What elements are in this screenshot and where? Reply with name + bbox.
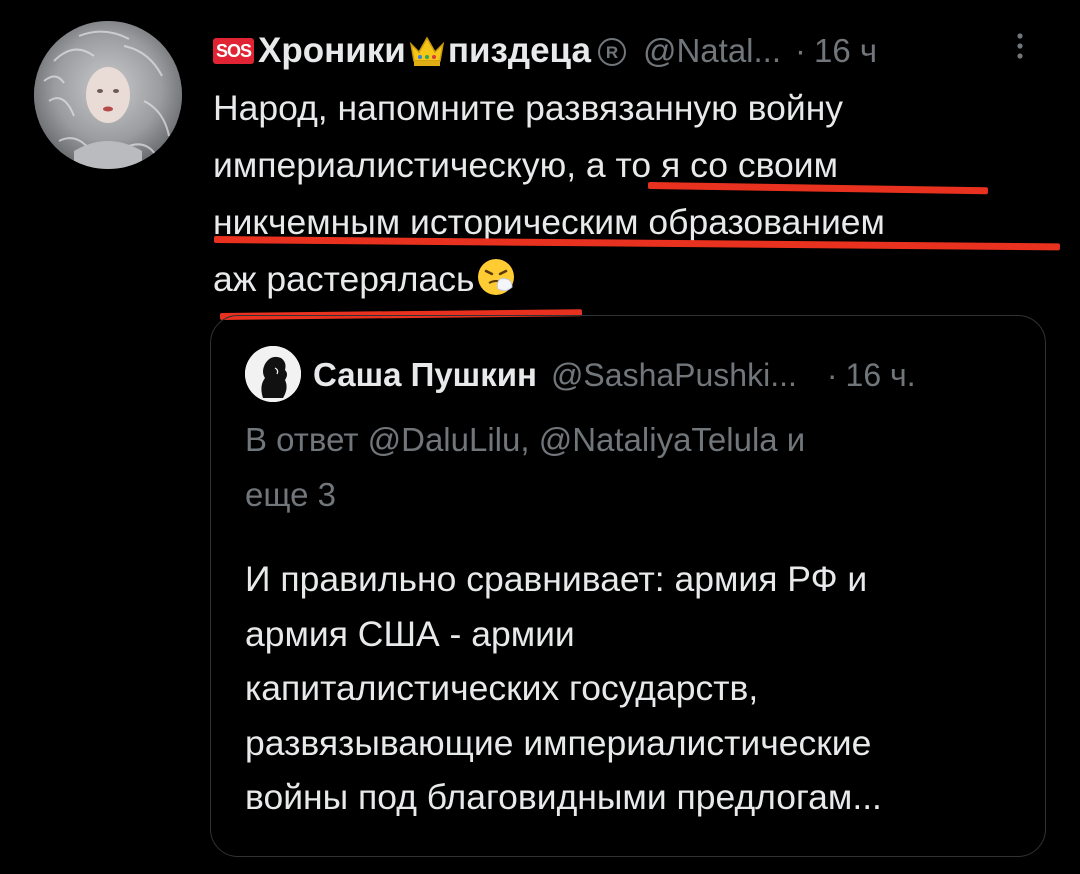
tweet-text: Народ, напомните развязанную войну импер…: [213, 80, 1063, 308]
author-avatar[interactable]: [34, 21, 182, 169]
reply-context-line: В ответ @DaluLilu, @NataliyaTelula и: [245, 421, 806, 458]
more-options-icon[interactable]: [1010, 28, 1030, 68]
reply-context-line: еще 3: [245, 476, 337, 513]
quoted-tweet-text: И правильно сравнивает: армия РФ и армия…: [245, 552, 1035, 825]
crown-icon: [408, 34, 446, 68]
quoted-author-avatar[interactable]: [245, 346, 301, 402]
quoted-text-line: развязывающие империалистические: [245, 722, 872, 763]
svg-text:R: R: [606, 43, 618, 62]
registered-icon: R: [597, 36, 627, 66]
quoted-author-name[interactable]: Саша Пушкин: [313, 356, 537, 394]
quoted-tweet[interactable]: Саша Пушкин @SashaPushki... · 16 ч. В от…: [210, 315, 1046, 857]
tweet-text-line: империалистическую, а то я со своим: [213, 145, 839, 185]
tweet-text-line: аж растерялась: [213, 259, 475, 299]
sneezing-face-emoji: [476, 257, 516, 297]
author-handle[interactable]: @Natal...: [643, 32, 781, 70]
reply-context: В ответ @DaluLilu, @NataliyaTelula и еще…: [245, 412, 1005, 522]
quoted-text-line: войны под благовидными предлогам...: [245, 777, 882, 817]
tweet-text-last-line: аж растерялась: [213, 251, 1063, 308]
sos-badge: SOS: [213, 38, 255, 64]
quoted-text-line: И правильно сравнивает: армия РФ и: [245, 559, 868, 599]
quoted-text-line: армия США - армии: [245, 613, 575, 654]
author-name-part1: Хроники: [258, 31, 406, 70]
author-name-part2: пиздеца: [447, 31, 591, 70]
quoted-tweet-header: Саша Пушкин @SashaPushki... · 16 ч.: [313, 350, 916, 400]
quoted-author-handle[interactable]: @SashaPushki...: [551, 357, 797, 394]
tweet-timestamp[interactable]: 16 ч: [814, 32, 877, 70]
tweet[interactable]: SOS Хроники пиздеца R @Natal... · 16 ч Н…: [0, 0, 1080, 874]
author-name[interactable]: Хроники пиздеца R: [258, 31, 627, 71]
tweet-text-line: Народ, напомните развязанную войну: [213, 88, 844, 128]
tweet-header: SOS Хроники пиздеца R @Natal... · 16 ч: [213, 26, 877, 76]
quoted-text-line: капиталистических государств,: [245, 668, 759, 708]
separator-dot: ·: [826, 356, 838, 393]
quoted-tweet-timestamp[interactable]: 16 ч.: [846, 357, 916, 394]
separator-dot: ·: [795, 32, 807, 69]
